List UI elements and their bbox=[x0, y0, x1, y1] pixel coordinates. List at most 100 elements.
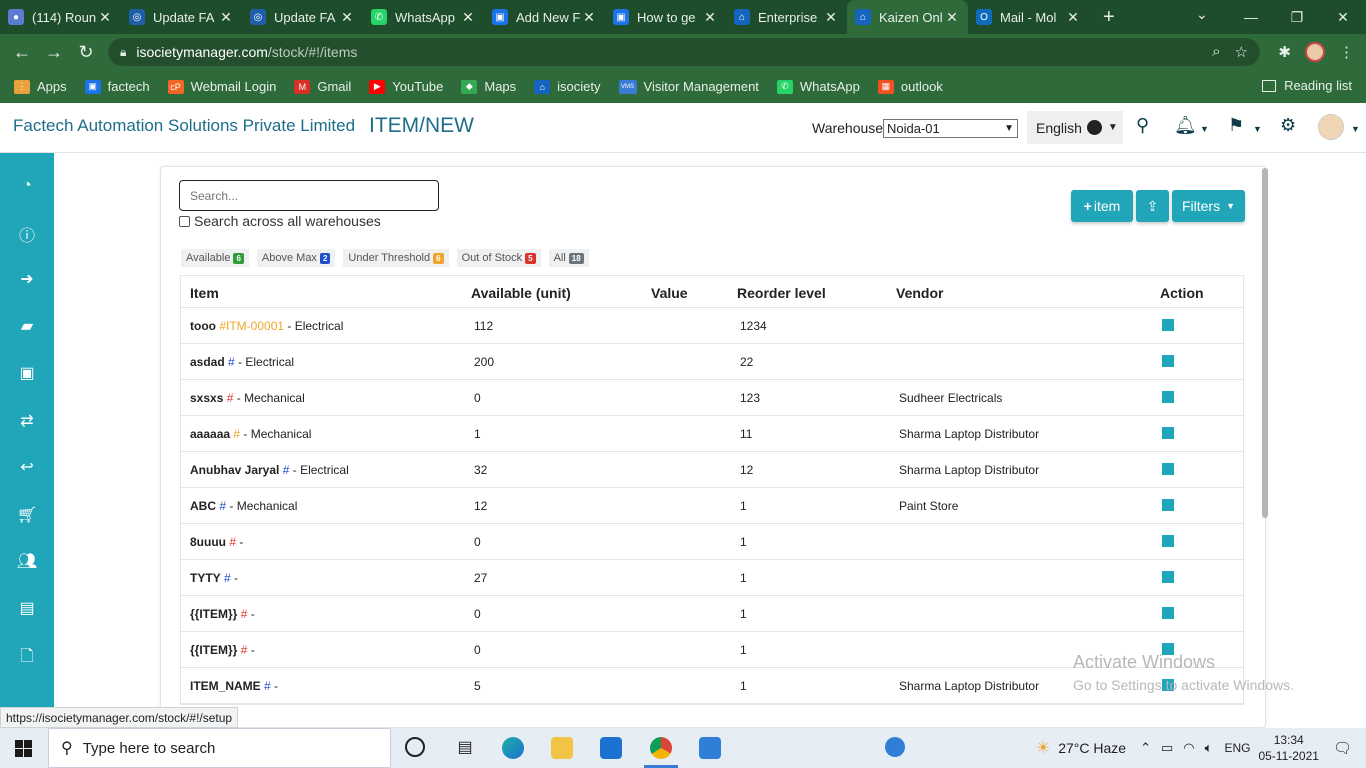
file-explorer-icon[interactable] bbox=[551, 737, 573, 759]
tab-close-icon[interactable]: ✕ bbox=[944, 9, 960, 26]
edge-icon[interactable] bbox=[502, 737, 524, 759]
item-name[interactable]: sxsxs bbox=[190, 391, 223, 405]
table-row[interactable]: TYTY # - 27 1 bbox=[181, 560, 1243, 596]
reload-icon[interactable]: ↻ bbox=[70, 42, 102, 63]
chevron-up-icon[interactable]: ⌃ bbox=[1140, 740, 1151, 756]
notifications-icon[interactable]: 🗨︎ bbox=[1333, 739, 1352, 757]
item-name[interactable]: aaaaaa bbox=[190, 427, 230, 441]
users-icon[interactable]: 👥︎ bbox=[0, 551, 54, 571]
clock[interactable]: 13:34 05-11-2021 bbox=[1258, 732, 1319, 764]
item-cell[interactable]: 8uuuu # - bbox=[190, 535, 243, 549]
browser-tab[interactable]: O Mail - Mol ✕ bbox=[968, 0, 1089, 34]
weather-icon[interactable]: ☀ bbox=[1036, 738, 1050, 758]
bookmark-item[interactable]: ▦ outlook bbox=[877, 79, 943, 94]
search-all-warehouses[interactable]: Search across all warehouses bbox=[179, 213, 381, 229]
sign-in-icon[interactable]: ➜ bbox=[0, 269, 54, 289]
item-name[interactable]: {{ITEM}} bbox=[190, 643, 237, 657]
url-text[interactable]: isocietymanager.com/stock/#!/items bbox=[136, 44, 357, 60]
page-scrollbar[interactable] bbox=[1262, 168, 1268, 518]
back-icon[interactable]: ← bbox=[6, 42, 38, 63]
mail-icon[interactable] bbox=[600, 737, 622, 759]
return-icon[interactable]: ↩ bbox=[0, 457, 54, 477]
cortana-icon[interactable] bbox=[405, 737, 425, 757]
item-cell[interactable]: {{ITEM}} # - bbox=[190, 643, 255, 657]
bookmark-item[interactable]: ✆ WhatsApp bbox=[776, 79, 860, 94]
tab-close-icon[interactable]: ✕ bbox=[218, 9, 234, 26]
bookmark-item[interactable]: ▶ YouTube bbox=[369, 79, 443, 94]
action-icon[interactable] bbox=[1162, 607, 1174, 619]
browser-tab[interactable]: ◎ Update FA ✕ bbox=[242, 0, 363, 34]
item-cell[interactable]: aaaaaa # - Mechanical bbox=[190, 427, 311, 441]
item-cell[interactable]: Anubhav Jaryal # - Electrical bbox=[190, 463, 349, 477]
browser-tab[interactable]: ▣ How to ge ✕ bbox=[605, 0, 726, 34]
table-row[interactable]: {{ITEM}} # - 0 1 bbox=[181, 596, 1243, 632]
info-icon[interactable]: ⓘ bbox=[0, 222, 54, 246]
id-card-icon[interactable]: ▤ bbox=[0, 598, 54, 618]
table-row[interactable]: ABC # - Mechanical 12 1 Paint Store bbox=[181, 488, 1243, 524]
url-omnibox[interactable]: 🔒︎ isocietymanager.com/stock/#!/items ⌕ … bbox=[108, 38, 1260, 66]
task-view-icon[interactable]: ▤ bbox=[454, 737, 476, 759]
bookmark-item[interactable]: M Gmail bbox=[294, 79, 351, 94]
taskbar-search[interactable]: ⚲ Type here to search bbox=[48, 728, 391, 768]
tab-close-icon[interactable]: ✕ bbox=[97, 9, 113, 26]
bookmark-item[interactable]: ⋮ Apps bbox=[14, 79, 67, 94]
forward-icon[interactable]: → bbox=[38, 42, 70, 63]
action-icon[interactable] bbox=[1162, 319, 1174, 331]
chevron-down-icon[interactable]: ▼ bbox=[1351, 124, 1360, 134]
table-row[interactable]: sxsxs # - Mechanical 0 123 Sudheer Electric… bbox=[181, 380, 1243, 416]
help-icon[interactable] bbox=[885, 737, 905, 757]
user-avatar[interactable] bbox=[1318, 114, 1344, 140]
browser-tab[interactable]: ⌂ Enterprise ✕ bbox=[726, 0, 847, 34]
tab-close-icon[interactable]: ✕ bbox=[1065, 9, 1081, 26]
browser-tab[interactable]: ● (114) Roun ✕ bbox=[0, 0, 121, 34]
action-icon[interactable] bbox=[1162, 463, 1174, 475]
gear-icon[interactable]: ⚙ bbox=[1280, 115, 1296, 136]
item-name[interactable]: tooo bbox=[190, 319, 216, 333]
dashboard-icon[interactable]: ◔ bbox=[0, 177, 54, 195]
restore-icon[interactable]: ❐ bbox=[1274, 9, 1320, 26]
browser-tab[interactable]: ◎ Update FA ✕ bbox=[121, 0, 242, 34]
new-tab-button[interactable]: + bbox=[1103, 6, 1115, 29]
item-cell[interactable]: tooo #ITM-00001 - Electrical bbox=[190, 319, 343, 333]
tab-close-icon[interactable]: ✕ bbox=[460, 9, 476, 26]
action-icon[interactable] bbox=[1162, 391, 1174, 403]
briefcase-icon[interactable]: ▰ bbox=[0, 316, 54, 336]
table-row[interactable]: 8uuuu # - 0 1 bbox=[181, 524, 1243, 560]
exchange-icon[interactable]: ⇄ bbox=[0, 411, 54, 431]
wifi-icon[interactable]: ◠ bbox=[1183, 740, 1194, 756]
volume-icon[interactable]: 🔈︎ bbox=[1205, 740, 1213, 756]
reading-list-button[interactable]: Reading list bbox=[1262, 78, 1352, 93]
table-row[interactable]: asdad # - Electrical 200 22 bbox=[181, 344, 1243, 380]
filter-chip[interactable]: Under Threshold 6 bbox=[343, 249, 449, 267]
bookmark-item[interactable]: ▣ factech bbox=[84, 79, 150, 94]
photos-icon[interactable] bbox=[699, 737, 721, 759]
search-icon[interactable]: ⚲ bbox=[1136, 115, 1149, 136]
chevron-down-icon[interactable]: ▼ bbox=[1253, 124, 1262, 134]
filter-chip[interactable]: Out of Stock 5 bbox=[456, 249, 541, 267]
item-name[interactable]: Anubhav Jaryal bbox=[190, 463, 279, 477]
item-name[interactable]: ITEM_NAME bbox=[190, 679, 261, 693]
chevron-down-icon[interactable]: ▼ bbox=[1200, 124, 1209, 134]
tab-close-icon[interactable]: ✕ bbox=[702, 9, 718, 26]
table-row[interactable]: Anubhav Jaryal # - Electrical 32 12 Sharma … bbox=[181, 452, 1243, 488]
browser-profile-avatar[interactable] bbox=[1305, 42, 1325, 62]
action-icon[interactable] bbox=[1162, 535, 1174, 547]
language-dropdown[interactable]: English ▼ bbox=[1027, 111, 1123, 144]
item-cell[interactable]: ABC # - Mechanical bbox=[190, 499, 297, 513]
table-row[interactable]: tooo #ITM-00001 - Electrical 112 1234 bbox=[181, 308, 1243, 344]
filter-chip[interactable]: All 18 bbox=[548, 249, 589, 267]
tab-close-icon[interactable]: ✕ bbox=[339, 9, 355, 26]
zoom-icon[interactable]: ⌕ bbox=[1212, 43, 1220, 61]
flag-icon[interactable]: ⚑ bbox=[1228, 115, 1244, 136]
chrome-icon[interactable] bbox=[650, 737, 672, 759]
item-cell[interactable]: ITEM_NAME # - bbox=[190, 679, 278, 693]
minimize-icon[interactable]: — bbox=[1228, 9, 1274, 25]
tab-close-icon[interactable]: ✕ bbox=[823, 9, 839, 26]
close-window-icon[interactable]: ✕ bbox=[1320, 9, 1366, 26]
company-name[interactable]: Factech Automation Solutions Private Lim… bbox=[13, 116, 355, 136]
filter-chip[interactable]: Available 6 bbox=[181, 249, 249, 267]
action-icon[interactable] bbox=[1162, 427, 1174, 439]
browser-tab[interactable]: ✆ WhatsApp ✕ bbox=[363, 0, 484, 34]
network-icon[interactable]: ▭ bbox=[1161, 740, 1173, 756]
bookmark-item[interactable]: VMS Visitor Management bbox=[618, 79, 759, 94]
